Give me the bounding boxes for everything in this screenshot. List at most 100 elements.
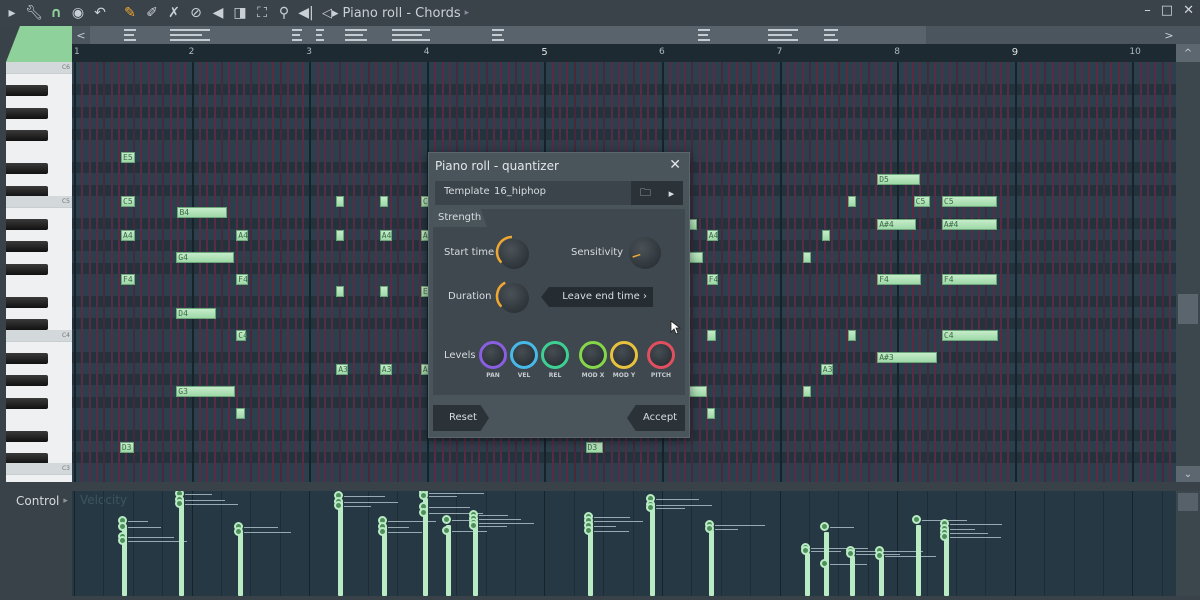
note[interactable]: B4	[177, 207, 227, 219]
velocity-bar[interactable]	[338, 501, 344, 596]
black-key[interactable]	[6, 219, 48, 231]
velocity-bar[interactable]	[708, 529, 714, 596]
playback-icon[interactable]: ◀|	[296, 3, 316, 23]
note[interactable]	[847, 330, 856, 342]
wrench-icon[interactable]: 🔧︎	[24, 3, 44, 23]
scroll-left-icon[interactable]: <	[72, 26, 90, 44]
vertical-scroll-thumb[interactable]	[1178, 294, 1198, 324]
note[interactable]: D5	[877, 174, 920, 185]
template-selector[interactable]: Template 16_hiphop 🗀 ▸	[435, 181, 683, 205]
black-key[interactable]	[6, 430, 48, 442]
black-key[interactable]	[6, 241, 48, 253]
velocity-bar[interactable]	[473, 519, 479, 596]
menu-arrow-icon[interactable]: ▸	[2, 3, 22, 23]
note[interactable]: E5	[121, 151, 136, 163]
scroll-down-button[interactable]: ⌄	[1176, 466, 1200, 482]
scroll-up-button[interactable]: ^	[1176, 44, 1200, 62]
magnet-icon[interactable]: ∩	[46, 3, 66, 23]
end-time-dropdown[interactable]: Leave end time ›	[541, 287, 653, 307]
velocity-handle[interactable]	[704, 524, 714, 534]
slice-icon[interactable]: ◨	[230, 3, 250, 23]
velocity-handle[interactable]	[418, 491, 428, 501]
velocity-scroll-thumb[interactable]	[1178, 493, 1198, 511]
folder-icon[interactable]: 🗀	[640, 184, 651, 203]
velocity-handle[interactable]	[418, 507, 428, 517]
note[interactable]: A#3	[877, 352, 938, 364]
note[interactable]: D4	[176, 307, 217, 319]
note[interactable]: A4	[706, 229, 719, 241]
velocity-handle[interactable]	[911, 514, 921, 524]
note[interactable]	[689, 385, 707, 397]
level-knob-pan[interactable]	[479, 341, 507, 369]
duration-knob[interactable]	[495, 279, 529, 313]
velocity-handle[interactable]	[442, 514, 452, 524]
note[interactable]	[336, 285, 345, 297]
note[interactable]: A3	[820, 363, 833, 375]
velocity-bar[interactable]	[238, 532, 244, 596]
black-key[interactable]	[6, 375, 48, 387]
black-key[interactable]	[6, 163, 48, 175]
reset-button[interactable]: Reset	[433, 405, 489, 431]
black-key[interactable]	[6, 85, 48, 97]
note[interactable]: A#4	[877, 218, 916, 230]
note[interactable]	[847, 196, 856, 208]
note[interactable]: A3	[336, 363, 348, 375]
black-key[interactable]	[6, 263, 48, 275]
velocity-handle[interactable]	[583, 526, 593, 536]
undo-icon[interactable]: ↶	[90, 3, 110, 23]
note[interactable]: A#4	[941, 218, 998, 230]
velocity-bar[interactable]	[805, 552, 811, 596]
pencil-icon[interactable]: ✎	[120, 3, 140, 23]
level-knob-mod-x[interactable]	[579, 341, 607, 369]
velocity-bar[interactable]	[179, 499, 185, 596]
dialog-close-button[interactable]: ✕	[669, 157, 681, 173]
tool-corner[interactable]	[6, 26, 72, 62]
strength-tab[interactable]: Strength	[433, 209, 487, 227]
note[interactable]	[379, 285, 388, 297]
note[interactable]	[821, 229, 831, 241]
velocity-handle[interactable]	[875, 550, 885, 560]
note[interactable]: G4	[176, 252, 234, 264]
panel-divider[interactable]	[0, 482, 1200, 491]
level-knob-mod-y[interactable]	[610, 341, 638, 369]
zoom-icon[interactable]: ⚲	[274, 3, 294, 23]
velocity-bar[interactable]	[915, 524, 921, 596]
maximize-button[interactable]: □	[1161, 3, 1173, 18]
note[interactable]: D3	[119, 441, 134, 453]
close-button[interactable]: ✕	[1183, 3, 1194, 18]
note[interactable]: C5	[941, 196, 998, 208]
next-template-icon[interactable]: ▸	[669, 187, 675, 200]
note[interactable]: D3	[585, 441, 604, 453]
scroll-right-icon[interactable]: >	[1160, 26, 1178, 44]
velocity-bar[interactable]	[446, 524, 452, 596]
mute-icon[interactable]: ⊘	[186, 3, 206, 23]
note[interactable]: C4	[941, 330, 999, 342]
note[interactable]: A4	[236, 229, 249, 241]
velocity-panel[interactable]: Velocity	[72, 491, 1176, 596]
note[interactable]	[236, 408, 245, 420]
note[interactable]	[336, 196, 345, 208]
note[interactable]: A4	[379, 229, 392, 241]
overview-scrollbar[interactable]: < >	[72, 26, 1200, 44]
note[interactable]	[689, 252, 704, 264]
slip-icon[interactable]: ◀	[208, 3, 228, 23]
black-key[interactable]	[6, 397, 48, 409]
record-icon[interactable]: ◉	[68, 3, 88, 23]
note[interactable]: C5	[913, 196, 931, 208]
note[interactable]	[803, 385, 812, 397]
overview-thumb[interactable]	[90, 26, 926, 44]
velocity-handle[interactable]	[801, 545, 811, 555]
piano-keyboard[interactable]: C6 C5 C4 C3	[6, 62, 72, 482]
velocity-handle[interactable]	[819, 522, 829, 532]
note[interactable]: F4	[706, 274, 719, 286]
level-knob-pitch[interactable]	[647, 341, 675, 369]
black-key[interactable]	[6, 352, 48, 364]
black-key[interactable]	[6, 129, 48, 141]
velocity-handle[interactable]	[845, 548, 855, 558]
delete-icon[interactable]: ✗	[164, 3, 184, 23]
note[interactable]	[803, 252, 812, 264]
brush-icon[interactable]: ✐	[142, 3, 162, 23]
level-knob-rel[interactable]	[541, 341, 569, 369]
window-title[interactable]: ◁▸ Piano roll - Chords ▸	[322, 6, 469, 21]
black-key[interactable]	[6, 297, 48, 309]
